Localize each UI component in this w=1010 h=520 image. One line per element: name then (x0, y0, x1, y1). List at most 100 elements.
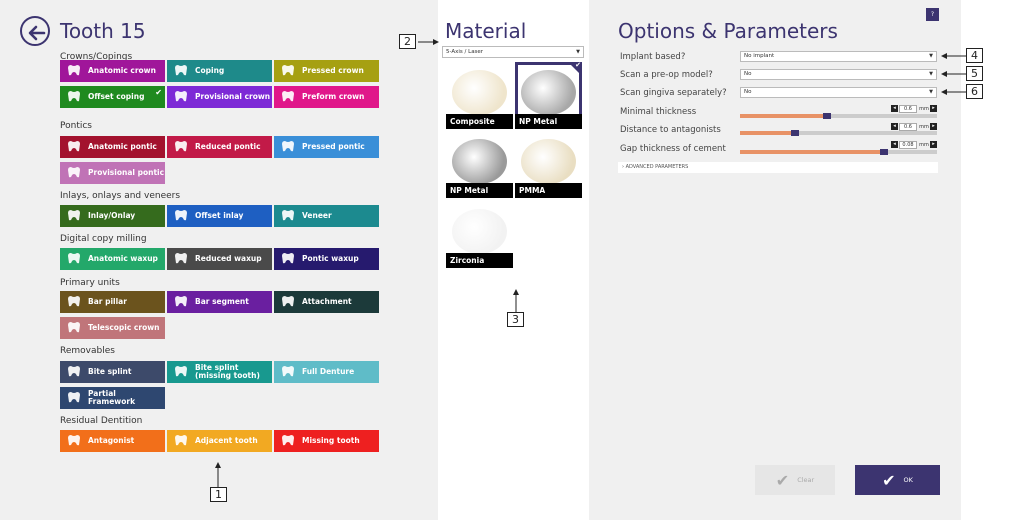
ok-button[interactable]: ✔ OK (855, 465, 940, 495)
restoration-tile[interactable]: Adjacent tooth (167, 430, 272, 452)
material-label: Composite (446, 114, 513, 129)
tile-label: Full Denture (302, 366, 355, 376)
offset-inlay-icon (172, 209, 190, 223)
cement-gap-label: Gap thickness of cement (620, 144, 726, 154)
back-button[interactable] (20, 16, 50, 46)
provisional-crown-icon (172, 90, 190, 104)
bar-pillar-icon (65, 295, 83, 309)
restoration-tile[interactable]: Provisional pontic (60, 162, 165, 184)
tile-label: Provisional pontic (88, 167, 165, 177)
restoration-tile[interactable]: Anatomic crown (60, 60, 165, 82)
restoration-tile[interactable]: Partial Framework (60, 387, 165, 409)
preop-select[interactable]: No ▼ (740, 69, 937, 80)
restoration-tile[interactable]: Bar segment (167, 291, 272, 313)
material-tile[interactable]: Zirconia (446, 201, 513, 268)
reduced-waxup-icon (172, 252, 190, 266)
bite-splint-icon (65, 365, 83, 379)
restoration-tile[interactable]: Pontic waxup (274, 248, 379, 270)
material-disc-image (452, 209, 507, 254)
material-tile[interactable]: NP Metal ✔ (515, 61, 582, 129)
implant-select[interactable]: No implant ▼ (740, 51, 937, 62)
material-tile[interactable]: PMMA (515, 131, 582, 198)
material-tile[interactable]: NP Metal (Laser) (446, 131, 513, 210)
restoration-tile[interactable]: Telescopic crown (60, 317, 165, 339)
chevron-down-icon: ▼ (929, 53, 933, 59)
callout-2: 2 (399, 34, 416, 49)
missing-tooth-icon (279, 434, 297, 448)
tile-label: Reduced waxup (195, 253, 262, 263)
check-icon: ✔ (882, 470, 896, 490)
tile-label: Coping (195, 65, 225, 75)
min-thickness-stepper[interactable]: ◂ 0.6 mm ▸ (891, 104, 937, 113)
selected-check-icon: ✔ (575, 61, 581, 69)
section-heading: Primary units (60, 278, 120, 288)
restoration-tile[interactable]: Antagonist (60, 430, 165, 452)
cement-gap-stepper[interactable]: ◂ 0.08 mm ▸ (891, 140, 937, 149)
chevron-down-icon: ▼ (576, 49, 580, 55)
restoration-tile[interactable]: Anatomic pontic (60, 136, 165, 158)
waxup-icon (65, 252, 83, 266)
tile-label: Pressed crown (302, 65, 364, 75)
slider-thumb[interactable] (879, 149, 888, 155)
milling-method-select[interactable]: 5-Axis / Laser ▼ (442, 46, 584, 58)
antagonist-distance-slider[interactable] (740, 130, 937, 136)
material-label: NP Metal (515, 114, 582, 129)
restoration-tile[interactable]: Veneer (274, 205, 379, 227)
restoration-tile[interactable]: Full Denture (274, 361, 379, 383)
pressed-crown-icon (279, 64, 297, 78)
min-thickness-label: Minimal thickness (620, 107, 697, 117)
cement-gap-slider[interactable] (740, 149, 937, 155)
preop-label: Scan a pre-op model? (620, 70, 713, 80)
restoration-tile[interactable]: Provisional crown (167, 86, 272, 108)
slider-thumb[interactable] (822, 113, 831, 119)
restoration-tile[interactable]: Reduced pontic (167, 136, 272, 158)
tile-label: Pontic waxup (302, 253, 359, 263)
clear-button[interactable]: ✔ Clear (755, 465, 835, 495)
material-disc-image (452, 70, 507, 115)
chevron-right-icon: › (622, 164, 624, 170)
help-button[interactable]: ? (926, 8, 939, 21)
restoration-tile[interactable]: Attachment (274, 291, 379, 313)
slider-thumb[interactable] (791, 130, 800, 136)
decrement-button[interactable]: ◂ (891, 105, 898, 112)
increment-button[interactable]: ▸ (930, 123, 937, 130)
restoration-tile[interactable]: Preform crown (274, 86, 379, 108)
restoration-tile[interactable]: Anatomic waxup (60, 248, 165, 270)
material-disc-image (452, 139, 507, 184)
increment-button[interactable]: ▸ (930, 141, 937, 148)
slider-fill (740, 131, 796, 135)
restoration-tile[interactable]: Reduced waxup (167, 248, 272, 270)
restoration-tile[interactable]: Bite splint (missing tooth) (167, 361, 272, 383)
min-thickness-slider[interactable] (740, 113, 937, 119)
restoration-tile[interactable]: Pressed crown (274, 60, 379, 82)
decrement-button[interactable]: ◂ (891, 141, 898, 148)
section-heading: Inlays, onlays and veneers (60, 191, 181, 201)
restoration-tile[interactable]: Inlay/Onlay (60, 205, 165, 227)
decrement-button[interactable]: ◂ (891, 123, 898, 130)
min-thickness-value[interactable]: 0.6 (899, 104, 917, 113)
cement-gap-value[interactable]: 0.08 (899, 140, 917, 149)
section-heading: Residual Dentition (60, 416, 143, 426)
tile-label: Telescopic crown (88, 322, 160, 332)
restoration-tile[interactable]: Offset inlay (167, 205, 272, 227)
veneer-icon (279, 209, 297, 223)
material-label: NP Metal (Laser) (446, 183, 513, 210)
increment-button[interactable]: ▸ (930, 105, 937, 112)
restoration-tile[interactable]: Bite splint (60, 361, 165, 383)
material-tile[interactable]: Composite (446, 62, 513, 129)
coping-icon (172, 64, 190, 78)
antagonist-distance-value[interactable]: 0.6 (899, 122, 917, 131)
tile-label: Provisional crown (195, 91, 271, 101)
tile-label: Bar segment (195, 296, 249, 306)
restoration-tile[interactable]: Bar pillar (60, 291, 165, 313)
gingiva-select[interactable]: No ▼ (740, 87, 937, 98)
restoration-tile[interactable]: Offset coping ✔ (60, 86, 165, 108)
tile-label: Inlay/Onlay (88, 210, 136, 220)
restoration-tile[interactable]: Missing tooth (274, 430, 379, 452)
antagonist-distance-stepper[interactable]: ◂ 0.6 mm ▸ (891, 122, 937, 131)
restoration-tile[interactable]: Pressed pontic (274, 136, 379, 158)
tile-label: Anatomic waxup (88, 253, 158, 263)
advanced-parameters-toggle[interactable]: › ADVANCED PARAMETERS (618, 162, 938, 173)
callout-6: 6 (966, 84, 983, 99)
restoration-tile[interactable]: Coping (167, 60, 272, 82)
